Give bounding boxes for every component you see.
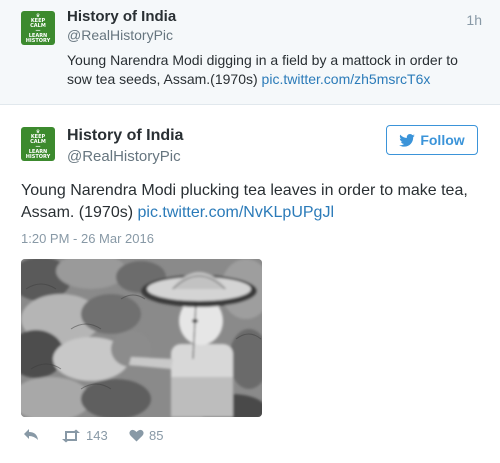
like-button[interactable]: 85 — [129, 428, 163, 443]
retweet-button[interactable]: 143 — [61, 428, 108, 443]
avatar[interactable]: ♛ KEEP CALM — LEARN HISTORY — [21, 127, 55, 161]
photo-image — [21, 259, 262, 417]
tweet-media-link[interactable]: pic.twitter.com/zh5msrcT6x — [262, 71, 431, 87]
like-count: 85 — [149, 428, 164, 443]
reply-icon — [24, 429, 38, 440]
follow-button[interactable]: Follow — [386, 125, 478, 155]
author-name[interactable]: History of India — [67, 127, 183, 145]
follow-button-label: Follow — [420, 132, 465, 148]
avatar-text-line: HISTORY — [25, 38, 51, 44]
author-handle[interactable]: @RealHistoryPic — [67, 148, 181, 165]
tweet-date[interactable]: 1:20 PM - 26 Mar 2016 — [21, 231, 154, 246]
tweet-actions: 143 85 — [21, 428, 321, 448]
avatar-text-line: HISTORY — [25, 154, 51, 160]
author-handle[interactable]: @RealHistoryPic — [67, 27, 173, 43]
tweet-photo[interactable] — [21, 259, 262, 417]
reply-button[interactable] — [23, 428, 39, 441]
tweet-media-link[interactable]: pic.twitter.com/NvKLpUPgJl — [137, 204, 334, 221]
author-name[interactable]: History of India — [67, 8, 176, 25]
heart-icon — [129, 429, 144, 442]
retweet-icon — [62, 429, 80, 442]
tweet-preview[interactable]: ♛ KEEP CALM — LEARN HISTORY History of I… — [0, 0, 500, 105]
retweet-count: 143 — [86, 428, 108, 443]
tweet-text: Young Narendra Modi digging in a field b… — [67, 51, 472, 89]
avatar[interactable]: ♛ KEEP CALM — LEARN HISTORY — [21, 11, 55, 45]
tweet-text: Young Narendra Modi plucking tea leaves … — [21, 180, 486, 224]
twitter-bird-icon — [399, 133, 416, 147]
tweet-timestamp[interactable]: 1h — [466, 12, 482, 28]
